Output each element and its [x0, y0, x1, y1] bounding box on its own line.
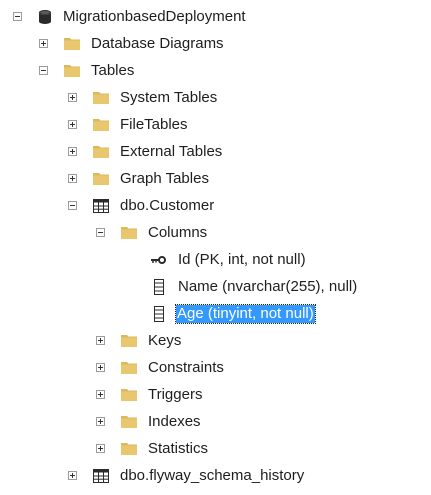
- expand-toggle[interactable]: [68, 471, 77, 480]
- columns-label[interactable]: Columns: [147, 224, 208, 242]
- folder-icon: [121, 441, 137, 457]
- collapse-toggle[interactable]: [96, 228, 105, 237]
- folder-icon: [121, 225, 137, 241]
- collapse-toggle[interactable]: [13, 12, 22, 21]
- folder-icon: [121, 387, 137, 403]
- tree-node-column-age[interactable]: Age (tinyint, not null): [0, 301, 431, 328]
- column-name-label[interactable]: Name (nvarchar(255), null): [177, 278, 358, 296]
- tree-node-flyway-table[interactable]: dbo.flyway_schema_history: [0, 463, 431, 490]
- table-icon: [93, 198, 109, 214]
- expand-toggle[interactable]: [68, 120, 77, 129]
- folder-icon: [93, 144, 109, 160]
- filetables-label[interactable]: FileTables: [119, 116, 189, 134]
- tree-node-external-tables[interactable]: External Tables: [0, 139, 431, 166]
- database-icon: [37, 9, 53, 25]
- customer-table-label[interactable]: dbo.Customer: [119, 197, 215, 215]
- tree-node-constraints[interactable]: Constraints: [0, 355, 431, 382]
- collapse-toggle[interactable]: [68, 201, 77, 210]
- tree-node-customer-table[interactable]: dbo.Customer: [0, 193, 431, 220]
- expand-toggle[interactable]: [96, 390, 105, 399]
- expand-toggle[interactable]: [68, 93, 77, 102]
- constraints-label[interactable]: Constraints: [147, 359, 225, 377]
- object-explorer-tree: MigrationbasedDeployment Database Diagra…: [0, 0, 431, 495]
- database-label[interactable]: MigrationbasedDeployment: [62, 8, 247, 26]
- expand-toggle[interactable]: [96, 444, 105, 453]
- expand-toggle[interactable]: [96, 417, 105, 426]
- tree-node-column-name[interactable]: Name (nvarchar(255), null): [0, 274, 431, 301]
- folder-icon: [64, 63, 80, 79]
- folder-icon: [121, 333, 137, 349]
- system-tables-label[interactable]: System Tables: [119, 89, 218, 107]
- expand-toggle[interactable]: [39, 39, 48, 48]
- tree-node-graph-tables[interactable]: Graph Tables: [0, 166, 431, 193]
- column-id-label[interactable]: Id (PK, int, not null): [177, 251, 307, 269]
- folder-icon: [93, 90, 109, 106]
- tree-node-statistics[interactable]: Statistics: [0, 436, 431, 463]
- column-age-label[interactable]: Age (tinyint, not null): [175, 304, 316, 324]
- tree-node-database[interactable]: MigrationbasedDeployment: [0, 4, 431, 31]
- folder-icon: [93, 171, 109, 187]
- table-icon: [93, 468, 109, 484]
- folder-icon: [121, 360, 137, 376]
- expand-toggle[interactable]: [96, 336, 105, 345]
- statistics-label[interactable]: Statistics: [147, 440, 209, 458]
- column-icon: [151, 306, 167, 322]
- collapse-toggle[interactable]: [39, 66, 48, 75]
- external-tables-label[interactable]: External Tables: [119, 143, 223, 161]
- tree-node-filetables[interactable]: FileTables: [0, 112, 431, 139]
- triggers-label[interactable]: Triggers: [147, 386, 203, 404]
- tree-node-keys[interactable]: Keys: [0, 328, 431, 355]
- indexes-label[interactable]: Indexes: [147, 413, 202, 431]
- tree-node-system-tables[interactable]: System Tables: [0, 85, 431, 112]
- expand-toggle[interactable]: [68, 174, 77, 183]
- database-diagrams-label[interactable]: Database Diagrams: [90, 35, 225, 53]
- column-icon: [151, 279, 167, 295]
- tree-node-indexes[interactable]: Indexes: [0, 409, 431, 436]
- tree-node-database-diagrams[interactable]: Database Diagrams: [0, 31, 431, 58]
- tables-label[interactable]: Tables: [90, 62, 135, 80]
- tree-node-column-id[interactable]: Id (PK, int, not null): [0, 247, 431, 274]
- folder-icon: [93, 117, 109, 133]
- tree-node-tables[interactable]: Tables: [0, 58, 431, 85]
- tree-node-triggers[interactable]: Triggers: [0, 382, 431, 409]
- keys-label[interactable]: Keys: [147, 332, 182, 350]
- folder-icon: [64, 36, 80, 52]
- folder-icon: [121, 414, 137, 430]
- graph-tables-label[interactable]: Graph Tables: [119, 170, 210, 188]
- expand-toggle[interactable]: [96, 363, 105, 372]
- key-icon: [150, 252, 166, 268]
- expand-toggle[interactable]: [68, 147, 77, 156]
- tree-node-columns[interactable]: Columns: [0, 220, 431, 247]
- flyway-table-label[interactable]: dbo.flyway_schema_history: [119, 467, 305, 485]
